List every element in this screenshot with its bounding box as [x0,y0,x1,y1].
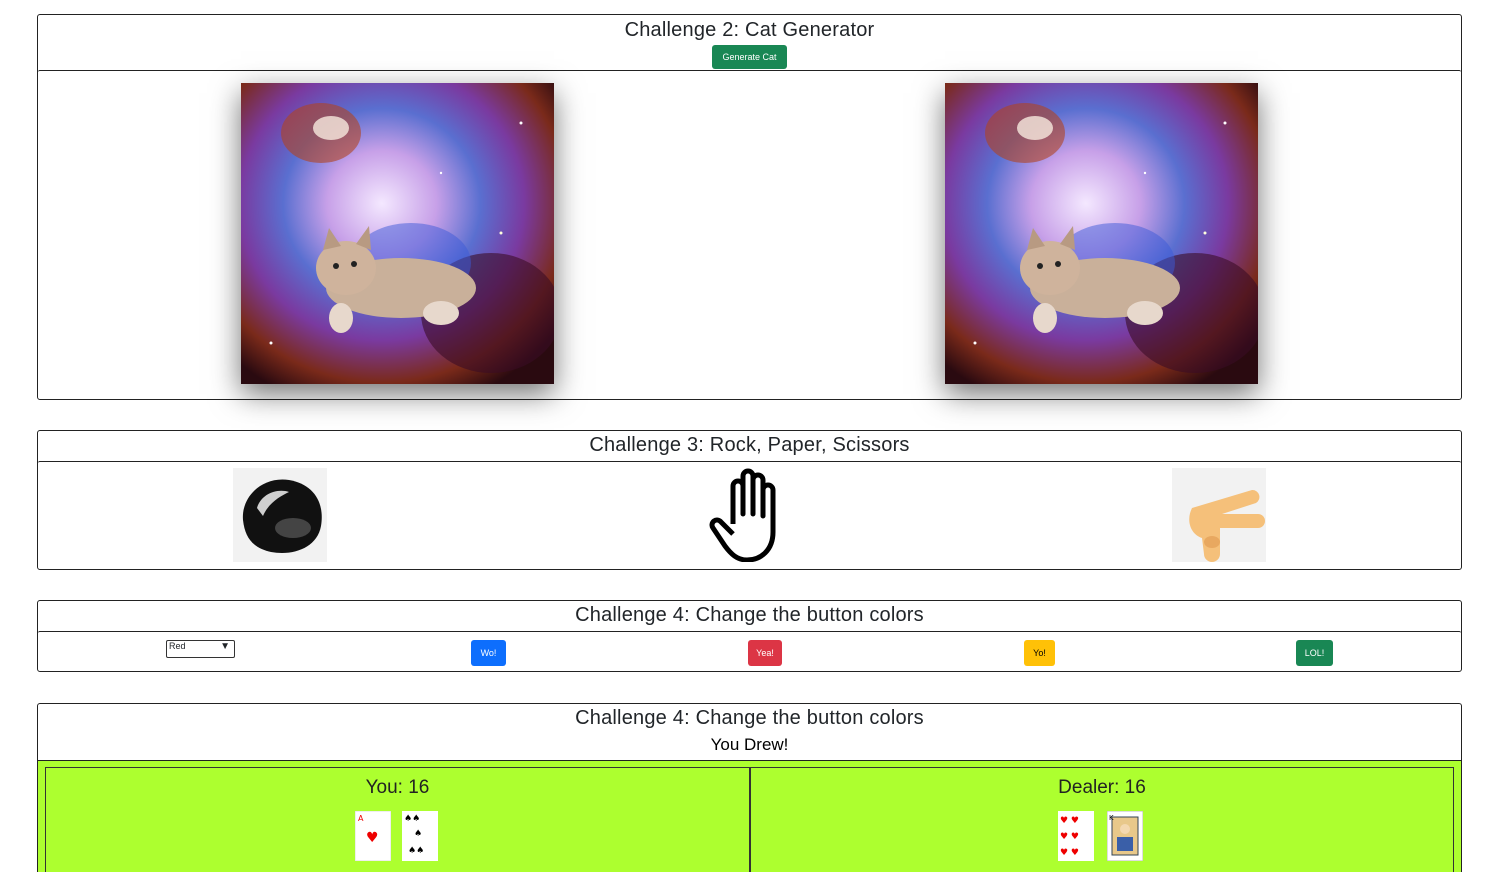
cat-image-container [38,70,1461,399]
dealer-box: Dealer: 16 ♥ ♥ ♥ ♥ ♥ ♥ K [750,767,1454,872]
blackjack-table: You: 16 A ♥ ♠♠ ♠ ♠♠ Dealer: 16 ♥ ♥ ♥ ♥ ♥… [38,760,1461,872]
svg-text:♥ ♥: ♥ ♥ [1060,832,1079,842]
button-colors-section: Challenge 4: Change the button colors Re… [37,600,1462,672]
blackjack-title: Challenge 4: Change the button colors [575,707,924,729]
scissors-hand-icon[interactable] [1172,468,1266,562]
ace-of-hearts-card: A ♥ [354,810,392,862]
wo-button[interactable]: Wo! [471,640,506,666]
dealer-score: Dealer: 16 [1058,777,1146,798]
svg-text:♠♠: ♠♠ [404,814,420,824]
cat-in-space-image [241,83,554,384]
svg-text:♥ ♥: ♥ ♥ [1060,848,1079,858]
svg-text:♥ ♥: ♥ ♥ [1060,816,1079,826]
cat-generator-section: Challenge 2: Cat Generator Generate Cat [37,14,1462,400]
five-of-spades-card: ♠♠ ♠ ♠♠ [402,811,438,861]
rps-title: Challenge 3: Rock, Paper, Scissors [589,434,910,456]
button-colors-title: Challenge 4: Change the button colors [575,604,924,626]
svg-text:♠: ♠ [414,829,422,839]
king-of-spades-card: K [1106,810,1144,862]
svg-text:♥: ♥ [366,830,379,846]
svg-text:K: K [1109,814,1114,822]
paper-hand-icon[interactable] [703,468,797,563]
color-select-value: Red [169,641,186,651]
svg-text:♠♠: ♠♠ [408,846,424,856]
svg-text:A: A [358,814,364,823]
yo-button[interactable]: Yo! [1024,640,1055,666]
generate-cat-button[interactable]: Generate Cat [712,45,787,69]
button-colors-container: Red ▼ Wo! Yea! Yo! LOL! [38,631,1461,671]
rps-section: Challenge 3: Rock, Paper, Scissors [37,430,1462,570]
cat-in-space-image [945,83,1258,384]
chevron-down-icon: ▼ [220,641,230,652]
six-of-hearts-card: ♥ ♥ ♥ ♥ ♥ ♥ [1058,811,1094,861]
yea-button[interactable]: Yea! [748,640,782,666]
rock-icon[interactable] [233,468,327,562]
blackjack-section: Challenge 4: Change the button colors Yo… [37,703,1462,872]
cat-generator-title: Challenge 2: Cat Generator [624,19,875,41]
color-select[interactable]: Red ▼ [166,640,235,658]
game-result-text: You Drew! [710,735,789,754]
lol-button[interactable]: LOL! [1296,640,1333,666]
player-score: You: 16 [365,777,430,798]
rps-choices-container [38,461,1461,569]
player-box: You: 16 A ♥ ♠♠ ♠ ♠♠ [45,767,750,872]
